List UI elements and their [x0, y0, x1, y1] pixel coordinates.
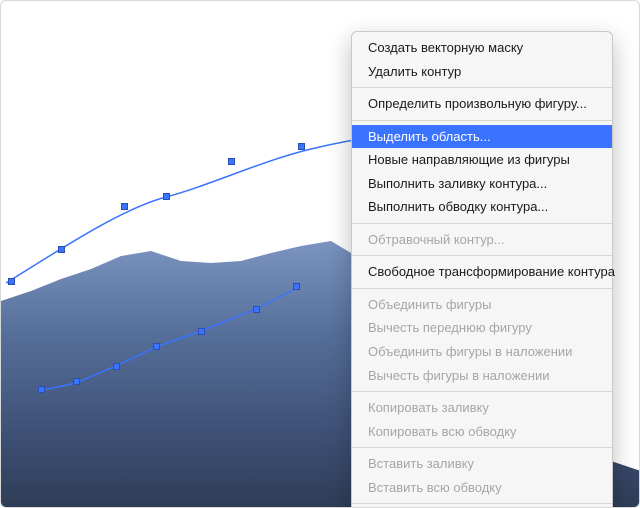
menu-item: Вычесть фигуры в наложении	[352, 364, 612, 388]
menu-item: Вставить заливку	[352, 452, 612, 476]
menu-item[interactable]: Выполнить обводку контура...	[352, 195, 612, 219]
path-anchor[interactable]	[38, 386, 45, 393]
path-anchor[interactable]	[163, 193, 170, 200]
menu-separator	[352, 391, 612, 392]
path-anchor[interactable]	[253, 306, 260, 313]
menu-item[interactable]: Определить произвольную фигуру...	[352, 92, 612, 116]
path-anchor[interactable]	[121, 203, 128, 210]
menu-item: Вставить всю обводку	[352, 476, 612, 500]
menu-separator	[352, 503, 612, 504]
path-anchor[interactable]	[228, 158, 235, 165]
menu-separator	[352, 447, 612, 448]
menu-item: Вычесть переднюю фигуру	[352, 316, 612, 340]
path-anchor[interactable]	[8, 278, 15, 285]
menu-item[interactable]: Новые направляющие из фигуры	[352, 148, 612, 172]
menu-separator	[352, 87, 612, 88]
menu-item: Обтравочный контур...	[352, 228, 612, 252]
path-anchor[interactable]	[298, 143, 305, 150]
path-anchor[interactable]	[73, 378, 80, 385]
menu-item[interactable]: Свободное трансформирование контура	[352, 260, 612, 284]
menu-item[interactable]: Удалить контур	[352, 60, 612, 84]
menu-item: Копировать всю обводку	[352, 420, 612, 444]
menu-separator	[352, 288, 612, 289]
menu-item: Копировать заливку	[352, 396, 612, 420]
menu-item: Объединить фигуры в наложении	[352, 340, 612, 364]
menu-item: Объединить фигуры	[352, 293, 612, 317]
path-context-menu[interactable]: Создать векторную маскуУдалить контур Опр…	[351, 31, 613, 508]
menu-separator	[352, 223, 612, 224]
menu-item[interactable]: Выделить область...	[352, 125, 612, 149]
canvas-stage: Создать векторную маскуУдалить контур Опр…	[0, 0, 640, 508]
menu-separator	[352, 255, 612, 256]
menu-separator	[352, 120, 612, 121]
path-anchor[interactable]	[58, 246, 65, 253]
menu-item[interactable]: Выполнить заливку контура...	[352, 172, 612, 196]
path-anchor[interactable]	[293, 283, 300, 290]
path-anchor[interactable]	[153, 343, 160, 350]
menu-item[interactable]: Создать векторную маску	[352, 36, 612, 60]
path-anchor[interactable]	[198, 328, 205, 335]
path-anchor[interactable]	[113, 363, 120, 370]
